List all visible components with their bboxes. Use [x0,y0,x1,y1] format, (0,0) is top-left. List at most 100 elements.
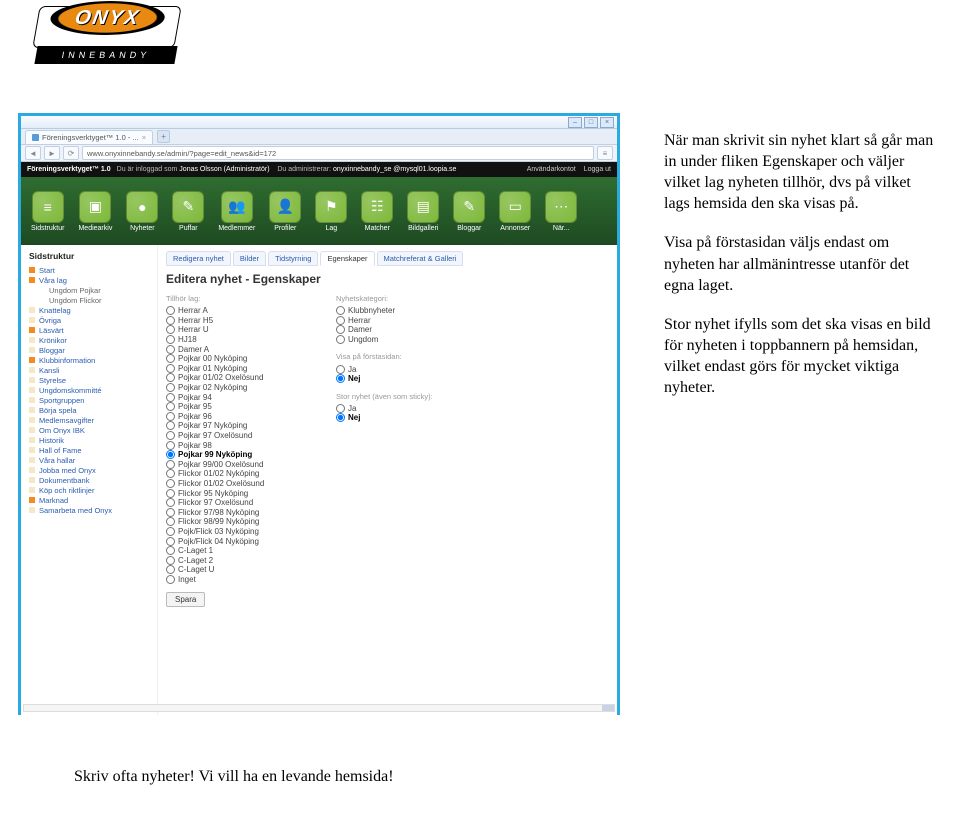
radio-input[interactable] [336,374,345,383]
scrollbar-horizontal[interactable] [21,704,617,712]
scrollbar-thumb[interactable] [23,704,615,712]
sidebar-item[interactable]: Styrelse [29,375,151,385]
sidebar-item[interactable]: Våra hallar [29,455,151,465]
sidebar-item[interactable]: Samarbeta med Onyx [29,505,151,515]
menu-button[interactable]: ≡ [597,146,613,160]
radio-input[interactable] [166,345,175,354]
radio-row[interactable]: Herrar U [166,325,306,335]
nav-item-profiler[interactable]: 👤Profiler [269,191,301,232]
sidebar-item[interactable]: Start [29,265,151,275]
radio-input[interactable] [336,316,345,325]
radio-input[interactable] [336,365,345,374]
radio-input[interactable] [166,412,175,421]
radio-row[interactable]: Pojkar 98 [166,440,306,450]
tab-tidstyrning[interactable]: Tidstyrning [268,251,318,266]
save-button[interactable]: Spara [166,592,205,607]
radio-row[interactable]: Pojkar 01 Nyköping [166,364,306,374]
radio-row[interactable]: Pojk/Flick 04 Nyköping [166,536,306,546]
radio-input[interactable] [166,393,175,402]
radio-input[interactable] [166,402,175,411]
radio-row[interactable]: Ja [336,364,436,374]
radio-input[interactable] [166,306,175,315]
radio-row[interactable]: C-Laget 1 [166,546,306,556]
sidebar-item[interactable]: Marknad [29,495,151,505]
radio-row[interactable]: Klubbnyheter [336,306,436,316]
window-maximize-button[interactable]: □ [584,117,598,128]
radio-row[interactable]: C-Laget U [166,565,306,575]
logout-link[interactable]: Logga ut [584,166,611,173]
radio-row[interactable]: Pojkar 97 Oxelösund [166,431,306,441]
sidebar-item[interactable]: Ungdom Flickor [29,295,151,305]
tab-redigera-nyhet[interactable]: Redigera nyhet [166,251,231,266]
radio-input[interactable] [166,575,175,584]
sidebar-item[interactable]: Historik [29,435,151,445]
radio-row[interactable]: HJ18 [166,335,306,345]
radio-input[interactable] [166,354,175,363]
radio-input[interactable] [166,373,175,382]
radio-row[interactable]: Pojkar 01/02 Oxelösund [166,373,306,383]
radio-input[interactable] [336,325,345,334]
radio-input[interactable] [166,441,175,450]
radio-input[interactable] [166,546,175,555]
radio-input[interactable] [336,306,345,315]
sidebar-item[interactable]: Klubbinformation [29,355,151,365]
sidebar-item[interactable]: Hall of Fame [29,445,151,455]
account-link[interactable]: Användarkontot [527,166,576,173]
sidebar-item[interactable]: Bloggar [29,345,151,355]
radio-input[interactable] [166,316,175,325]
radio-input[interactable] [166,325,175,334]
sidebar-item[interactable]: Läsvärt [29,325,151,335]
radio-row[interactable]: Pojkar 95 [166,402,306,412]
radio-row[interactable]: Damer A [166,344,306,354]
radio-input[interactable] [166,421,175,430]
radio-input[interactable] [166,335,175,344]
forward-button[interactable]: ► [44,146,60,160]
nav-item-bloggar[interactable]: ✎Bloggar [453,191,485,232]
sidebar-item[interactable]: Köp och riktlinjer [29,485,151,495]
radio-row[interactable]: Nej [336,413,436,423]
radio-input[interactable] [166,460,175,469]
radio-input[interactable] [166,383,175,392]
radio-row[interactable]: Damer [336,325,436,335]
radio-row[interactable]: Flickor 98/99 Nyköping [166,517,306,527]
radio-row[interactable]: Pojkar 99/00 Oxelösund [166,460,306,470]
radio-row[interactable]: Pojkar 00 Nyköping [166,354,306,364]
radio-row[interactable]: Pojk/Flick 03 Nyköping [166,527,306,537]
sidebar-item[interactable]: Sportgruppen [29,395,151,405]
radio-row[interactable]: Flickor 95 Nyköping [166,488,306,498]
window-minimize-button[interactable]: – [568,117,582,128]
nav-item-bildgalleri[interactable]: ▤Bildgalleri [407,191,439,232]
back-button[interactable]: ◄ [25,146,41,160]
radio-input[interactable] [166,498,175,507]
radio-row[interactable]: Flickor 01/02 Nyköping [166,469,306,479]
nav-item-nr[interactable]: ⋯När... [545,191,577,232]
radio-input[interactable] [166,517,175,526]
nav-item-matcher[interactable]: ☷Matcher [361,191,393,232]
radio-input[interactable] [166,364,175,373]
nav-item-medlemmer[interactable]: 👥Medlemmer [218,191,255,232]
radio-row[interactable]: Pojkar 96 [166,412,306,422]
new-tab-button[interactable]: + [157,130,170,143]
sidebar-item[interactable]: Övriga [29,315,151,325]
sidebar-item[interactable]: Jobba med Onyx [29,465,151,475]
radio-input[interactable] [166,489,175,498]
radio-input[interactable] [166,479,175,488]
radio-row[interactable]: Inget [166,575,306,585]
reload-button[interactable]: ⟳ [63,146,79,160]
radio-input[interactable] [336,413,345,422]
radio-input[interactable] [166,527,175,536]
radio-row[interactable]: Pojkar 02 Nyköping [166,383,306,393]
nav-item-lag[interactable]: ⚑Lag [315,191,347,232]
sidebar-item[interactable]: Krönikor [29,335,151,345]
radio-row[interactable]: Herrar H5 [166,316,306,326]
sidebar-item[interactable]: Medlemsavgifter [29,415,151,425]
radio-row[interactable]: Ja [336,404,436,414]
radio-row[interactable]: Ungdom [336,335,436,345]
nav-item-nyheter[interactable]: ●Nyheter [126,191,158,232]
sidebar-item[interactable]: Våra lag [29,275,151,285]
radio-row[interactable]: Nej [336,374,436,384]
radio-row[interactable]: Flickor 97 Oxelösund [166,498,306,508]
radio-input[interactable] [166,469,175,478]
radio-row[interactable]: C-Laget 2 [166,555,306,565]
radio-input[interactable] [166,450,175,459]
